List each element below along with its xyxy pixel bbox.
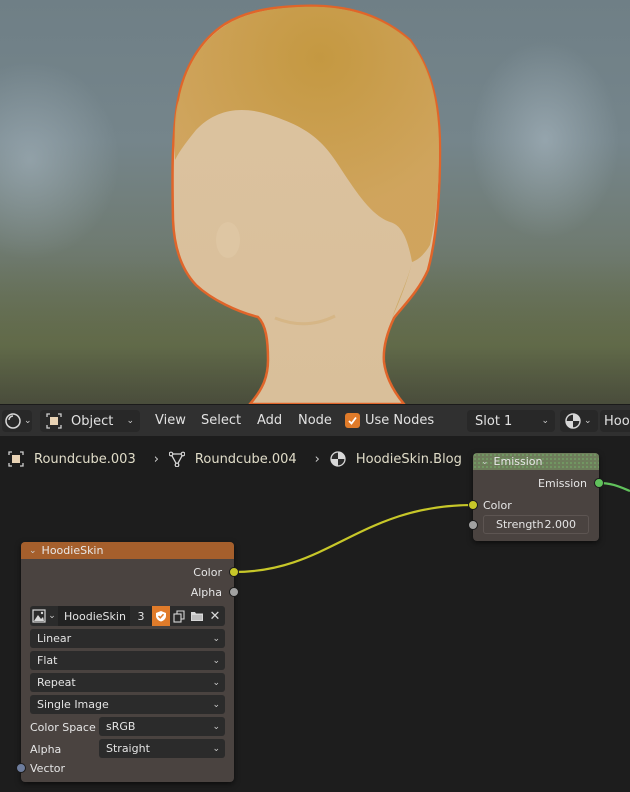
color-input-label: Color <box>483 499 512 512</box>
duplicate-image-button[interactable] <box>170 606 188 626</box>
node-editor-header: ⌄ Object ⌄ View Select Add Node Use Node… <box>0 404 630 436</box>
color-input-socket[interactable] <box>468 500 478 510</box>
collapse-chevron-icon[interactable]: ⌄ <box>29 546 37 556</box>
projection-dropdown[interactable]: Flat ⌄ <box>30 651 225 670</box>
image-name: HoodieSkin <box>64 609 126 623</box>
chevron-down-icon: ⌄ <box>212 677 220 688</box>
chevron-down-icon: ⌄ <box>48 611 56 621</box>
vector-input-socket[interactable] <box>16 763 26 773</box>
unlink-image-button[interactable]: ✕ <box>206 606 224 626</box>
interpolation-value: Linear <box>37 632 72 645</box>
emission-output-socket[interactable] <box>594 478 604 488</box>
emission-node[interactable]: ⌄ Emission Emission Color Strength 2.000 <box>468 453 604 541</box>
color-space-label: Color Space <box>30 721 96 734</box>
material-icon <box>565 413 581 429</box>
strength-input-socket[interactable] <box>468 520 478 530</box>
mode-label: Object <box>71 413 114 429</box>
chevron-down-icon: ⌄ <box>212 699 220 710</box>
interpolation-dropdown[interactable]: Linear ⌄ <box>30 629 225 648</box>
folder-icon <box>191 612 203 621</box>
emission-node-header[interactable]: ⌄ Emission <box>473 453 599 470</box>
strength-label: Strength <box>496 518 544 531</box>
slot-selector[interactable]: Slot 1 ⌄ <box>467 410 555 432</box>
alpha-mode-value: Straight <box>106 742 150 755</box>
vector-input-label: Vector <box>30 762 66 775</box>
material-name-field[interactable]: Hoo <box>600 410 630 432</box>
chevron-down-icon: ⌄ <box>584 416 592 426</box>
alpha-mode-dropdown[interactable]: Straight ⌄ <box>99 739 225 758</box>
strength-value: 2.000 <box>544 518 577 531</box>
menu-add[interactable]: Add <box>257 413 282 428</box>
nose-highlight <box>216 222 240 258</box>
open-image-button[interactable] <box>188 606 206 626</box>
alpha-output-label: Alpha <box>190 586 222 599</box>
emission-output-label: Emission <box>538 477 587 490</box>
image-node-title: HoodieSkin <box>41 544 104 557</box>
close-icon: ✕ <box>209 608 221 624</box>
duplicate-icon <box>172 609 185 623</box>
alpha-mode-label: Alpha <box>30 743 62 756</box>
link-color-to-emission[interactable] <box>233 503 474 574</box>
chevron-down-icon: ⌄ <box>541 416 549 426</box>
shader-type-selector[interactable]: ⌄ <box>560 410 598 432</box>
use-nodes-toggle[interactable]: Use Nodes <box>345 413 434 428</box>
image-node-header[interactable]: ⌄ HoodieSkin <box>21 542 234 559</box>
editor-type-selector[interactable]: ⌄ <box>2 410 32 432</box>
image-texture-node[interactable]: ⌄ HoodieSkin Color Alpha ⌄ HoodieSkin 3 <box>16 542 239 782</box>
color-space-value: sRGB <box>106 720 136 733</box>
shield-icon <box>156 611 166 622</box>
color-output-label: Color <box>193 566 222 579</box>
fake-user-toggle[interactable] <box>152 606 170 626</box>
chevron-down-icon: ⌄ <box>212 721 220 732</box>
image-users-label: 3 <box>137 609 145 623</box>
chevron-down-icon: ⌄ <box>212 655 220 666</box>
source-dropdown[interactable]: Single Image ⌄ <box>30 695 225 714</box>
extension-value: Repeat <box>37 676 76 689</box>
use-nodes-checkbox[interactable] <box>345 413 360 428</box>
image-icon <box>32 609 46 623</box>
color-space-dropdown[interactable]: sRGB ⌄ <box>99 717 225 736</box>
image-users-count[interactable]: 3 <box>130 606 152 626</box>
slot-label: Slot 1 <box>475 413 513 429</box>
node-editor-icon <box>5 413 21 429</box>
menu-node[interactable]: Node <box>298 413 332 428</box>
alpha-output-socket[interactable] <box>229 587 239 597</box>
checkmark-icon <box>348 416 357 425</box>
object-mode-icon <box>46 413 62 429</box>
image-name-field[interactable]: HoodieSkin <box>58 606 130 626</box>
strength-field[interactable]: Strength 2.000 <box>483 515 589 534</box>
color-output-socket[interactable] <box>229 567 239 577</box>
collapse-chevron-icon[interactable]: ⌄ <box>481 457 489 467</box>
image-datablock-selector: ⌄ HoodieSkin 3 ✕ <box>30 606 225 626</box>
use-nodes-label: Use Nodes <box>365 413 435 428</box>
chevron-down-icon: ⌄ <box>212 633 220 644</box>
chevron-down-icon: ⌄ <box>212 743 220 754</box>
chevron-down-icon: ⌄ <box>24 416 32 426</box>
image-browse-button[interactable]: ⌄ <box>30 606 58 626</box>
source-value: Single Image <box>37 698 109 711</box>
head-model[interactable] <box>0 0 630 404</box>
3d-viewport[interactable] <box>0 0 630 404</box>
material-name-label: Hoo <box>604 413 630 429</box>
menu-view[interactable]: View <box>155 413 186 428</box>
node-editor-canvas[interactable]: Roundcube.003 › Roundcube.004 › HoodieSk… <box>0 437 630 792</box>
menu-select[interactable]: Select <box>201 413 241 428</box>
extension-dropdown[interactable]: Repeat ⌄ <box>30 673 225 692</box>
emission-node-title: Emission <box>493 455 543 468</box>
mode-selector[interactable]: Object ⌄ <box>40 410 140 432</box>
projection-value: Flat <box>37 654 58 667</box>
chevron-down-icon: ⌄ <box>126 416 134 426</box>
